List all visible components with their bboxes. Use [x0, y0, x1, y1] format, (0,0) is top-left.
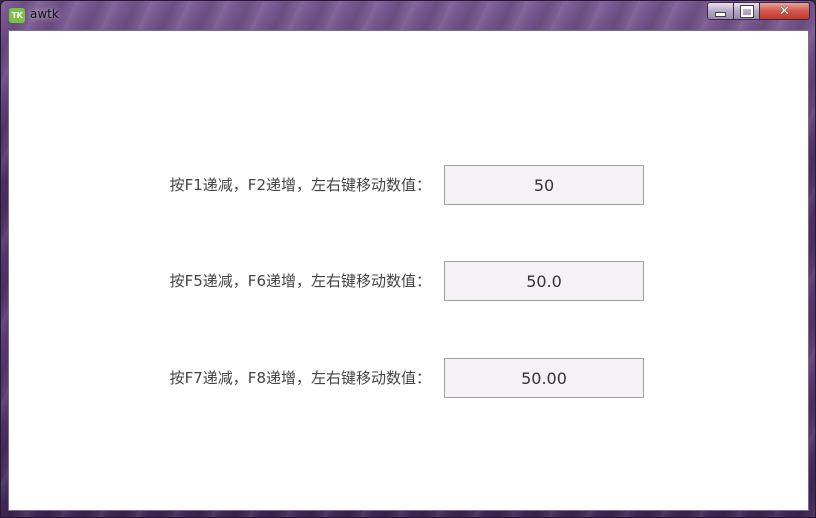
app-window: TK awtk ✕ 按F1递减，F2递增，左右键移动数值： 按F5递减，F6递增…: [0, 0, 816, 518]
one-decimal-value-input[interactable]: [444, 261, 644, 301]
app-logo-icon: TK: [9, 8, 25, 23]
two-decimal-value-input[interactable]: [444, 358, 644, 398]
f1-f2-label: 按F1递减，F2递增，左右键移动数值：: [169, 176, 431, 194]
client-area: 按F1递减，F2递增，左右键移动数值： 按F5递减，F6递增，左右键移动数值： …: [8, 30, 809, 511]
maximize-button[interactable]: [733, 2, 760, 20]
close-button[interactable]: ✕: [759, 2, 810, 20]
minimize-button[interactable]: [707, 2, 734, 20]
close-icon: ✕: [779, 3, 790, 19]
title-bar[interactable]: TK awtk ✕: [1, 1, 815, 29]
f5-f6-label: 按F5递减，F6递增，左右键移动数值：: [169, 272, 431, 290]
maximize-icon: [740, 5, 753, 17]
f7-f8-label: 按F7递减，F8递增，左右键移动数值：: [169, 369, 431, 387]
window-title: awtk: [30, 7, 59, 21]
minimize-icon: [715, 11, 726, 17]
integer-value-input[interactable]: [444, 165, 644, 205]
